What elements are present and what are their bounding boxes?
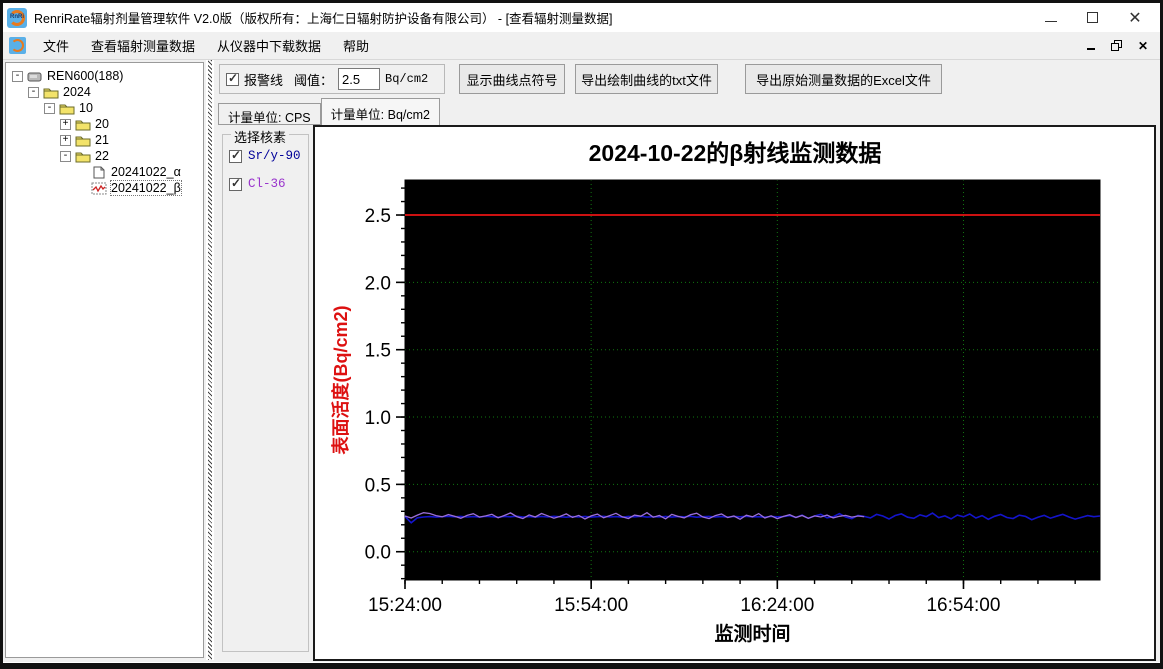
maximize-button[interactable] <box>1087 12 1098 23</box>
app-window: RnRi RenriRate辐射剂量管理软件 V2.0版（版权所有：上海仁日辐射… <box>0 0 1163 669</box>
alarm-line-checkbox[interactable] <box>226 71 239 86</box>
folder-icon <box>75 118 91 131</box>
threshold-label: 阈值： <box>294 72 334 88</box>
tree-item-label: 10 <box>79 101 93 115</box>
menu-help[interactable]: 帮助 <box>332 32 380 59</box>
close-button[interactable]: ✕ <box>1128 10 1142 27</box>
collapse-icon[interactable]: - <box>12 70 23 82</box>
unit-tabstrip: 计量单位: CPS 计量单位: Bq/cm2 <box>218 98 440 125</box>
tree-item-label: 20 <box>95 117 109 131</box>
menu-view-measurement-data[interactable]: 查看辐射测量数据 <box>80 32 206 59</box>
chart-panel: 0.0 0.5 1.0 1.5 2.0 2.5 15:24:00 15:54:00 16:24:… <box>313 125 1156 661</box>
alarm-line-group: 报警线 阈值： Bq/cm2 <box>219 64 445 94</box>
x-tick-label: 15:54:00 <box>554 595 628 616</box>
tree-item-label: 21 <box>95 133 109 147</box>
tab-unit-bqcm2[interactable]: 计量单位: Bq/cm2 <box>320 98 440 125</box>
y-tick-label: 2.0 <box>365 273 391 294</box>
tree-item-2024[interactable]: - 2024 <box>6 84 203 100</box>
tree-item-label: 22 <box>95 149 109 163</box>
tree-item-label: 2024 <box>63 85 91 99</box>
panel-splitter[interactable] <box>206 60 214 660</box>
doc-icon <box>91 166 107 179</box>
expand-icon[interactable]: + <box>60 134 71 146</box>
chart-icon <box>91 182 107 195</box>
y-tick-label: 0.5 <box>365 475 391 496</box>
nuclide-checkbox-cl-36[interactable] <box>229 176 242 191</box>
threshold-unit-label: Bq/cm2 <box>385 72 429 86</box>
x-axis-title: 监测时间 <box>714 622 790 645</box>
tree-item-REN600(188)[interactable]: - REN600(188) <box>6 68 203 84</box>
nuclide-label-sr-y-90: Sr/y-90 <box>248 149 301 163</box>
tree-item-20241022_α[interactable]: 20241022_α <box>6 164 203 180</box>
nuclide-label-cl-36: Cl-36 <box>248 177 286 191</box>
collapse-icon[interactable]: - <box>60 150 71 162</box>
mdi-minimize-button[interactable] <box>1086 41 1095 50</box>
monitoring-chart: 0.0 0.5 1.0 1.5 2.0 2.5 15:24:00 15:54:00 16:24:… <box>330 140 1101 645</box>
expand-icon[interactable]: + <box>60 118 71 130</box>
window-title: RenriRate辐射剂量管理软件 V2.0版（版权所有：上海仁日辐射防护设备有… <box>34 12 613 26</box>
minimize-button[interactable] <box>1045 14 1057 22</box>
tree-item-label: REN600(188) <box>47 69 124 83</box>
collapse-icon[interactable]: - <box>44 102 55 114</box>
x-tick-label: 15:24:00 <box>368 595 442 616</box>
content-panel: 报警线 阈值： Bq/cm2 显示曲线点符号 导出绘制曲线的txt文件 导出原始… <box>216 60 1158 661</box>
y-tick-label: 1.5 <box>365 341 391 362</box>
menu-file[interactable]: 文件 <box>32 32 80 59</box>
tree-item-22[interactable]: - 22 <box>6 148 203 164</box>
tree-item-20[interactable]: +20 <box>6 116 203 132</box>
mdi-child-icon <box>9 37 26 54</box>
y-tick-label: 2.5 <box>365 206 391 227</box>
nuclide-select-groupbox: 选择核素 Sr/y-90 Cl-36 <box>222 127 309 652</box>
tree-item-label: 20241022_β <box>110 180 182 196</box>
alarm-line-label: 报警线 <box>244 72 284 88</box>
title-bar: RnRi RenriRate辐射剂量管理软件 V2.0版（版权所有：上海仁日辐射… <box>3 3 1160 32</box>
export-excel-button[interactable]: 导出原始测量数据的Excel文件 <box>745 64 942 94</box>
folder-icon <box>43 86 59 99</box>
x-tick-label: 16:24:00 <box>740 595 814 616</box>
y-tick-label: 0.0 <box>365 543 391 564</box>
app-logo-icon: RnRi <box>7 7 27 28</box>
tree-item-21[interactable]: +21 <box>6 132 203 148</box>
y-tick-label: 1.0 <box>365 408 391 429</box>
tab-unit-cps[interactable]: 计量单位: CPS <box>218 103 321 125</box>
plot-area <box>405 180 1100 580</box>
tree-item-10[interactable]: - 10 <box>6 100 203 116</box>
mdi-restore-button[interactable] <box>1110 40 1122 51</box>
nuclide-row-cl-36: Cl-36 <box>229 176 308 191</box>
chart-title: 2024-10-22的β射线监测数据 <box>589 140 882 166</box>
show-curve-points-button[interactable]: 显示曲线点符号 <box>459 64 565 94</box>
app-body: - REN600(188) -2024-10 +20 +21-22 20241022_α 2… <box>3 60 1160 662</box>
device-icon <box>27 70 43 83</box>
tree-item-20241022_β[interactable]: 20241022_β <box>6 180 203 196</box>
y-axis-title: 表面活度(Bq/cm2) <box>330 305 351 454</box>
folder-icon <box>59 102 75 115</box>
collapse-icon[interactable]: - <box>28 86 39 98</box>
folder-icon <box>75 134 91 147</box>
mdi-close-button[interactable]: ✕ <box>1138 40 1148 52</box>
folder-icon <box>75 150 91 163</box>
nuclide-row-sr-y-90: Sr/y-90 <box>229 148 308 163</box>
menu-download-from-device[interactable]: 从仪器中下载数据 <box>206 32 332 59</box>
device-tree-panel: - REN600(188) -2024-10 +20 +21-22 20241022_α 2… <box>5 62 204 658</box>
x-tick-label: 16:54:00 <box>926 595 1000 616</box>
export-txt-button[interactable]: 导出绘制曲线的txt文件 <box>575 64 718 94</box>
menu-bar: 文件 查看辐射测量数据 从仪器中下载数据 帮助 ✕ <box>3 32 1160 60</box>
nuclide-select-legend: 选择核素 <box>231 127 290 146</box>
nuclide-checkbox-sr-y-90[interactable] <box>229 148 242 163</box>
tree-item-label: 20241022_α <box>111 165 181 179</box>
threshold-input[interactable] <box>338 68 381 90</box>
